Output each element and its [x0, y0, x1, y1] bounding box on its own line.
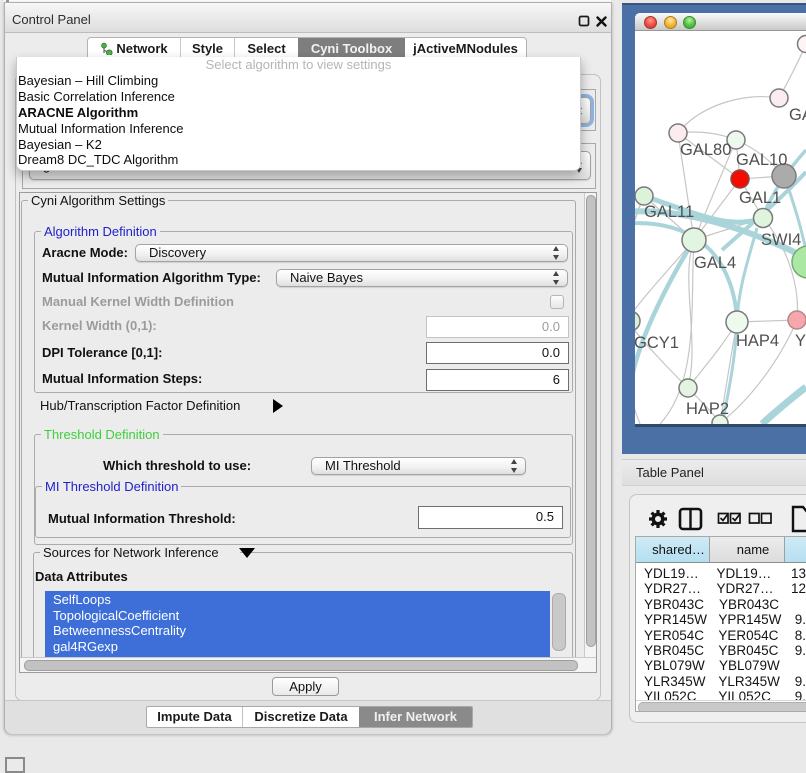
svg-text:GCY1: GCY1: [635, 334, 679, 352]
svg-text:HAP2: HAP2: [686, 400, 729, 418]
svg-text:GAL10: GAL10: [736, 151, 787, 169]
svg-text:Y: Y: [795, 332, 806, 350]
svg-text:GAL4: GAL4: [694, 254, 736, 272]
svg-text:HAP4: HAP4: [736, 332, 779, 350]
svg-text:GAL11: GAL11: [644, 203, 694, 221]
svg-text:SWI4: SWI4: [761, 231, 801, 249]
svg-text:GAL1: GAL1: [739, 189, 781, 207]
svg-text:GAL: GAL: [789, 106, 806, 124]
svg-text:GAL80: GAL80: [680, 141, 731, 159]
